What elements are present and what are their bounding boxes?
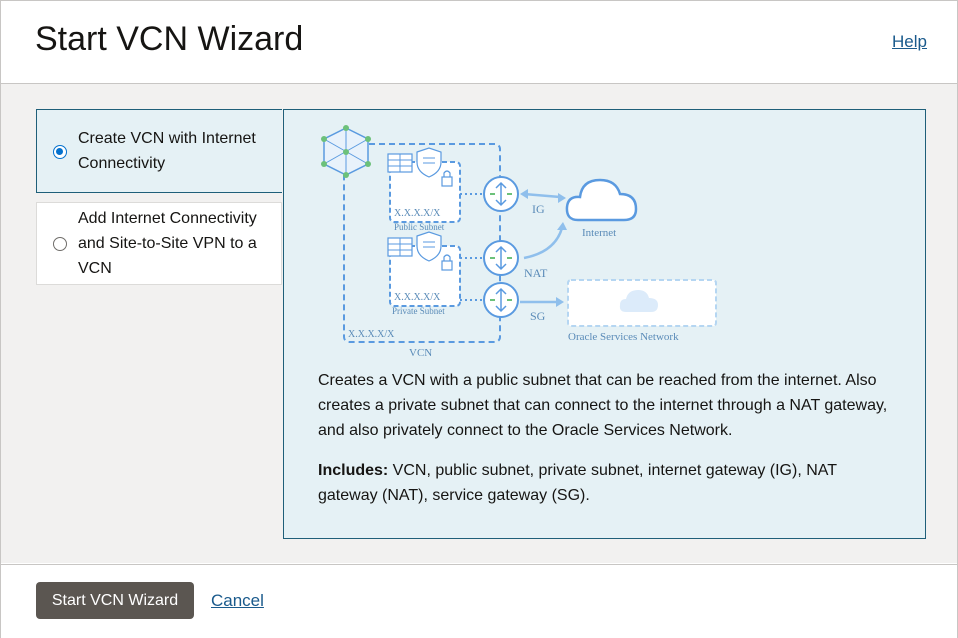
help-link[interactable]: Help	[892, 32, 927, 52]
option-create-vcn-internet[interactable]: Create VCN with Internet Connectivity	[36, 109, 282, 193]
internet-cloud-icon	[565, 178, 638, 222]
internet-gateway-icon	[483, 176, 519, 212]
service-gateway-icon	[483, 282, 519, 318]
page-title: Start VCN Wizard	[35, 20, 304, 58]
option-label: Create VCN with Internet Connectivity	[78, 130, 256, 172]
security-list-icon	[387, 153, 413, 173]
vcn-icon	[321, 125, 371, 178]
sg-label: SG	[530, 309, 546, 323]
private-subnet-label: Private Subnet	[392, 306, 445, 316]
option-description: Creates a VCN with a public subnet that …	[318, 372, 888, 439]
nat-label: NAT	[524, 266, 548, 280]
vcn-architecture-diagram: X.X.X.X/X Public Subnet X.X.X.X/X Privat…	[321, 125, 717, 357]
nat-gateway-icon	[483, 240, 519, 276]
dialog-body: Create VCN with Internet Connectivity Ad…	[1, 84, 957, 563]
option-detail-panel: X.X.X.X/X Public Subnet X.X.X.X/X Privat…	[283, 109, 926, 539]
osn-label: Oracle Services Network	[568, 331, 679, 343]
start-vcn-wizard-button[interactable]: Start VCN Wizard	[36, 582, 194, 619]
security-list-icon	[387, 237, 413, 257]
public-subnet-label: Public Subnet	[394, 222, 445, 232]
radio-add-internet-vpn[interactable]	[53, 237, 67, 251]
option-label: Add Internet Connectivity and Site-to-Si…	[78, 210, 257, 277]
ig-label: IG	[532, 202, 545, 216]
vcn-cidr: X.X.X.X/X	[348, 329, 395, 340]
cancel-link[interactable]: Cancel	[211, 591, 264, 611]
vcn-label: VCN	[409, 347, 432, 357]
private-subnet-cidr: X.X.X.X/X	[394, 292, 441, 303]
radio-create-vcn-internet[interactable]	[53, 145, 67, 159]
option-add-internet-vpn[interactable]: Add Internet Connectivity and Site-to-Si…	[36, 202, 282, 285]
wizard-dialog: Start VCN Wizard Help Create VCN with In…	[0, 0, 958, 638]
dialog-footer: Start VCN Wizard Cancel	[1, 564, 957, 638]
public-subnet-cidr: X.X.X.X/X	[394, 208, 441, 219]
includes-text: Includes: VCN, public subnet, private su…	[318, 458, 898, 508]
internet-label: Internet	[582, 227, 616, 239]
includes-label: Includes:	[318, 462, 389, 479]
includes-list: VCN, public subnet, private subnet, inte…	[318, 462, 837, 504]
dialog-header: Start VCN Wizard Help	[1, 1, 957, 84]
